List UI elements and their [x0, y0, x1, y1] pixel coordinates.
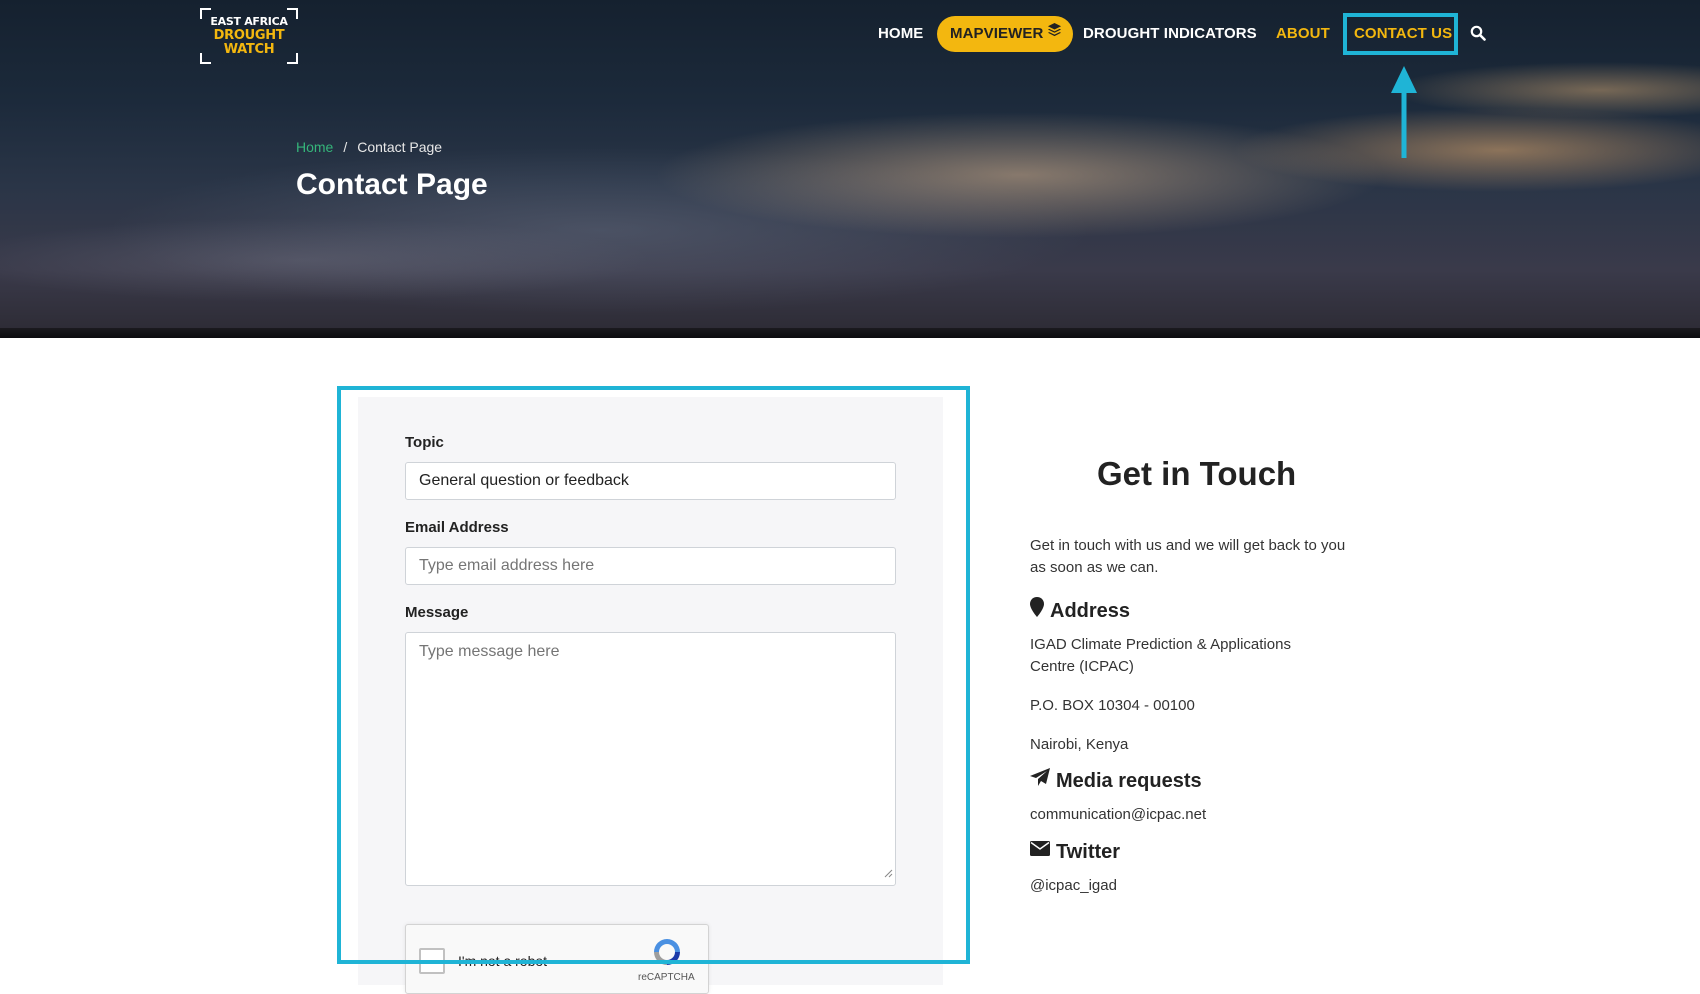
- media-email[interactable]: communication@icpac.net: [1030, 804, 1206, 826]
- page-title: Contact Page: [296, 168, 488, 201]
- media-heading: Media requests: [1030, 767, 1202, 793]
- contact-intro: Get in touch with us and we will get bac…: [1030, 537, 1346, 576]
- paper-plane-icon: [1030, 767, 1050, 792]
- address-line-2: P.O. BOX 10304 - 00100: [1030, 697, 1195, 714]
- nav-drought-indicators[interactable]: DROUGHT INDICATORS: [1083, 16, 1257, 52]
- recaptcha-brand: reCAPTCHA: [638, 972, 695, 983]
- breadcrumb-home-link[interactable]: Home: [296, 139, 333, 155]
- logo-line-1: EAST AFRICA: [210, 15, 288, 28]
- search-icon[interactable]: [1470, 25, 1488, 43]
- address-line-3: Nairobi, Kenya: [1030, 736, 1129, 753]
- highlight-box-form: [337, 386, 970, 964]
- nav-mapviewer-label: MAPVIEWER: [950, 25, 1044, 42]
- layers-icon: [1047, 15, 1062, 51]
- envelope-icon: [1030, 839, 1050, 862]
- logo-line-3: WATCH: [223, 42, 275, 57]
- twitter-handle[interactable]: @icpac_igad: [1030, 875, 1117, 897]
- media-heading-label: Media requests: [1056, 770, 1202, 792]
- horizon: [0, 328, 1700, 338]
- highlight-box-contact-us: [1343, 13, 1458, 55]
- logo-line-2: DROUGHT: [213, 28, 285, 43]
- nav-mapviewer[interactable]: MAPVIEWER: [937, 15, 1074, 52]
- get-in-touch-title: Get in Touch: [1097, 455, 1297, 492]
- address-heading: Address: [1030, 596, 1131, 623]
- address-line-1: IGAD Climate Prediction & Applications C…: [1030, 636, 1291, 675]
- breadcrumb: Home / Contact Page: [296, 139, 442, 155]
- breadcrumb-current: Contact Page: [357, 139, 443, 155]
- twitter-heading-label: Twitter: [1056, 841, 1121, 863]
- site-logo[interactable]: EAST AFRICA DROUGHT WATCH: [200, 8, 298, 64]
- hero-banner: EAST AFRICA DROUGHT WATCH HOME MAPVIEWER…: [0, 0, 1700, 338]
- map-marker-icon: [1030, 596, 1044, 623]
- breadcrumb-separator: /: [343, 139, 348, 155]
- nav-about[interactable]: ABOUT: [1276, 16, 1330, 52]
- address-heading-label: Address: [1050, 600, 1131, 622]
- twitter-heading: Twitter: [1030, 841, 1120, 864]
- nav-home[interactable]: HOME: [878, 16, 923, 52]
- arrow-up-icon: [1390, 66, 1418, 163]
